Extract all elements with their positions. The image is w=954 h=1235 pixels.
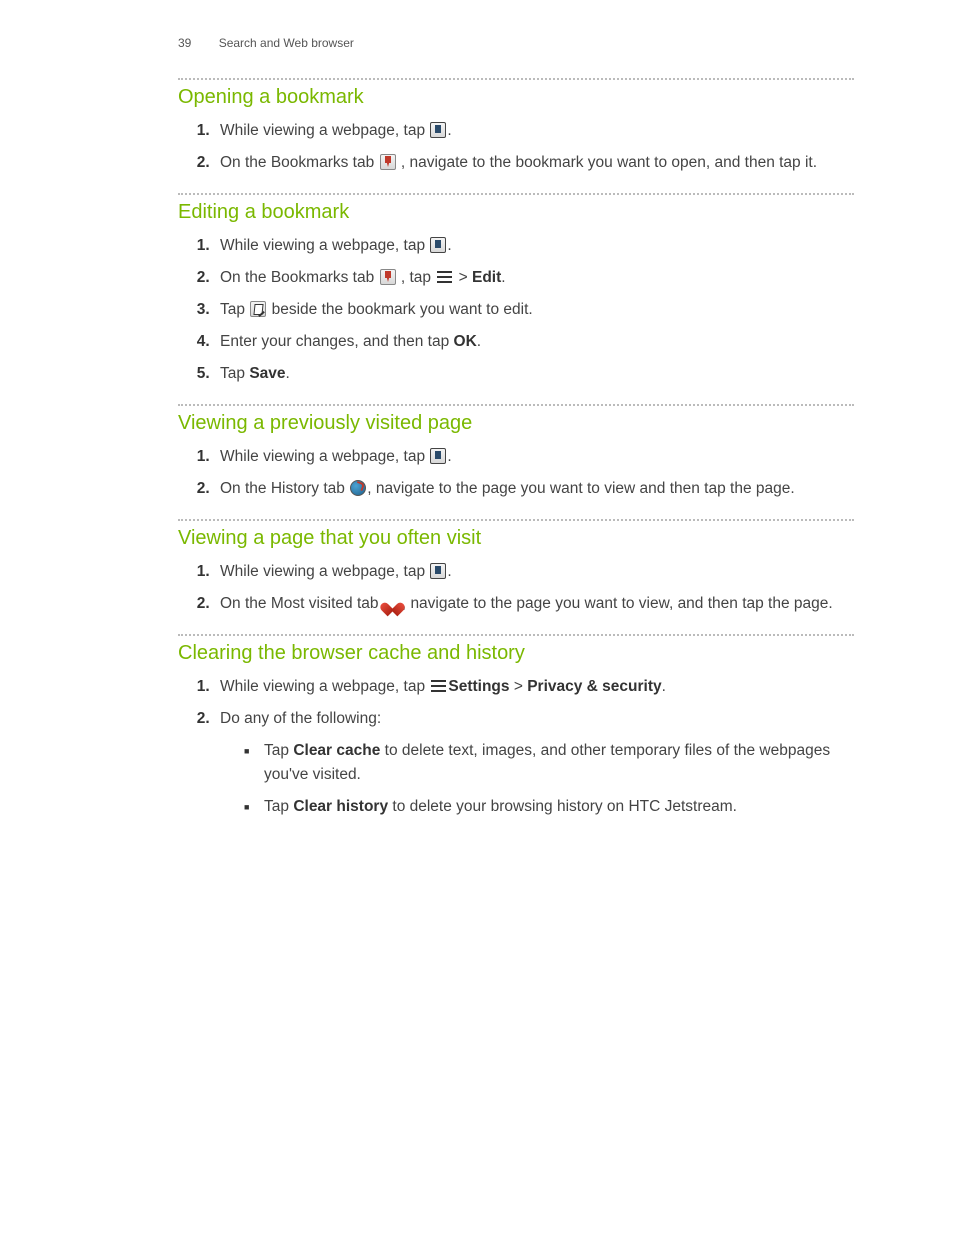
step-text: . bbox=[286, 365, 290, 382]
step-text: Do any of the following: bbox=[220, 710, 381, 727]
step-text: On the History tab bbox=[220, 480, 349, 497]
history-icon bbox=[350, 480, 366, 496]
step-text: . bbox=[477, 333, 481, 350]
step-bold: Clear cache bbox=[293, 742, 380, 759]
step-text: Tap bbox=[264, 742, 293, 759]
step-item: On the History tab , navigate to the pag… bbox=[214, 477, 854, 501]
step-item: While viewing a webpage, tap . bbox=[214, 560, 854, 584]
step-bold: Save bbox=[249, 365, 285, 382]
section-divider bbox=[178, 519, 854, 521]
bookmark-ribbon-icon bbox=[380, 269, 396, 285]
step-text: . bbox=[447, 122, 451, 139]
section-divider bbox=[178, 634, 854, 636]
step-item: While viewing a webpage, tap . bbox=[214, 445, 854, 469]
step-text: While viewing a webpage, tap bbox=[220, 122, 429, 139]
menu-icon bbox=[436, 269, 453, 285]
section-heading: Clearing the browser cache and history bbox=[178, 642, 854, 665]
section-divider bbox=[178, 404, 854, 406]
running-header: 39 Search and Web browser bbox=[178, 36, 854, 50]
step-text: On the Bookmarks tab bbox=[220, 269, 379, 286]
step-text: . bbox=[447, 448, 451, 465]
section-divider bbox=[178, 78, 854, 80]
step-bold: Privacy & security bbox=[527, 678, 661, 695]
step-text: > bbox=[510, 678, 528, 695]
step-item: Enter your changes, and then tap OK. bbox=[214, 330, 854, 354]
step-bold: OK bbox=[454, 333, 477, 350]
step-text: Tap bbox=[220, 365, 249, 382]
step-text: While viewing a webpage, tap bbox=[220, 678, 429, 695]
step-item: While viewing a webpage, tap . bbox=[214, 119, 854, 143]
menu-icon bbox=[430, 678, 447, 694]
step-text: . bbox=[447, 563, 451, 580]
bookmarks-icon bbox=[430, 563, 446, 579]
bookmarks-icon bbox=[430, 237, 446, 253]
heart-icon bbox=[384, 596, 401, 611]
step-text: . bbox=[501, 269, 505, 286]
chapter-title: Search and Web browser bbox=[219, 36, 354, 50]
step-list: While viewing a webpage, tap . On the His… bbox=[186, 445, 854, 501]
step-text: Enter your changes, and then tap bbox=[220, 333, 454, 350]
step-text: , navigate to the page you want to view,… bbox=[402, 595, 833, 612]
step-bold: Settings bbox=[448, 678, 509, 695]
section-divider bbox=[178, 193, 854, 195]
step-list: While viewing a webpage, tap . On the Mos… bbox=[186, 560, 854, 616]
step-item: On the Bookmarks tab , tap > Edit. bbox=[214, 266, 854, 290]
step-bold: Clear history bbox=[293, 798, 388, 815]
step-item: On the Bookmarks tab , navigate to the b… bbox=[214, 151, 854, 175]
bullet-item: Tap Clear cache to delete text, images, … bbox=[244, 739, 854, 787]
edit-icon bbox=[250, 301, 266, 317]
step-item: Tap beside the bookmark you want to edit… bbox=[214, 298, 854, 322]
step-item: Tap Save. bbox=[214, 362, 854, 386]
step-text: beside the bookmark you want to edit. bbox=[267, 301, 532, 318]
step-item: While viewing a webpage, tap Settings > … bbox=[214, 675, 854, 699]
bookmarks-icon bbox=[430, 122, 446, 138]
step-text: While viewing a webpage, tap bbox=[220, 563, 429, 580]
step-text: , navigate to the bookmark you want to o… bbox=[397, 154, 818, 171]
section-heading: Editing a bookmark bbox=[178, 201, 854, 224]
page-number: 39 bbox=[178, 36, 191, 50]
step-text: > bbox=[454, 269, 472, 286]
step-text: While viewing a webpage, tap bbox=[220, 237, 429, 254]
bullet-item: Tap Clear history to delete your browsin… bbox=[244, 795, 854, 819]
step-list: While viewing a webpage, tap . On the Boo… bbox=[186, 119, 854, 175]
step-item: While viewing a webpage, tap . bbox=[214, 234, 854, 258]
step-item: Do any of the following: Tap Clear cache … bbox=[214, 707, 854, 819]
step-text: . bbox=[447, 237, 451, 254]
step-text: , navigate to the page you want to view … bbox=[367, 480, 794, 497]
step-item: On the Most visited tab , navigate to th… bbox=[214, 592, 854, 616]
step-text: Tap bbox=[264, 798, 293, 815]
bookmarks-icon bbox=[430, 448, 446, 464]
bookmark-ribbon-icon bbox=[380, 154, 396, 170]
step-text: Tap bbox=[220, 301, 249, 318]
step-text: On the Bookmarks tab bbox=[220, 154, 379, 171]
step-text: to delete your browsing history on HTC J… bbox=[388, 798, 737, 815]
section-heading: Viewing a previously visited page bbox=[178, 412, 854, 435]
step-text: . bbox=[662, 678, 666, 695]
step-bold: Edit bbox=[472, 269, 501, 286]
step-text: While viewing a webpage, tap bbox=[220, 448, 429, 465]
step-text: , tap bbox=[397, 269, 436, 286]
section-heading: Opening a bookmark bbox=[178, 86, 854, 109]
sub-bullet-list: Tap Clear cache to delete text, images, … bbox=[244, 739, 854, 819]
step-list: While viewing a webpage, tap Settings > … bbox=[186, 675, 854, 819]
step-text: On the Most visited tab bbox=[220, 595, 383, 612]
section-heading: Viewing a page that you often visit bbox=[178, 527, 854, 550]
step-list: While viewing a webpage, tap .On the Boo… bbox=[186, 234, 854, 386]
